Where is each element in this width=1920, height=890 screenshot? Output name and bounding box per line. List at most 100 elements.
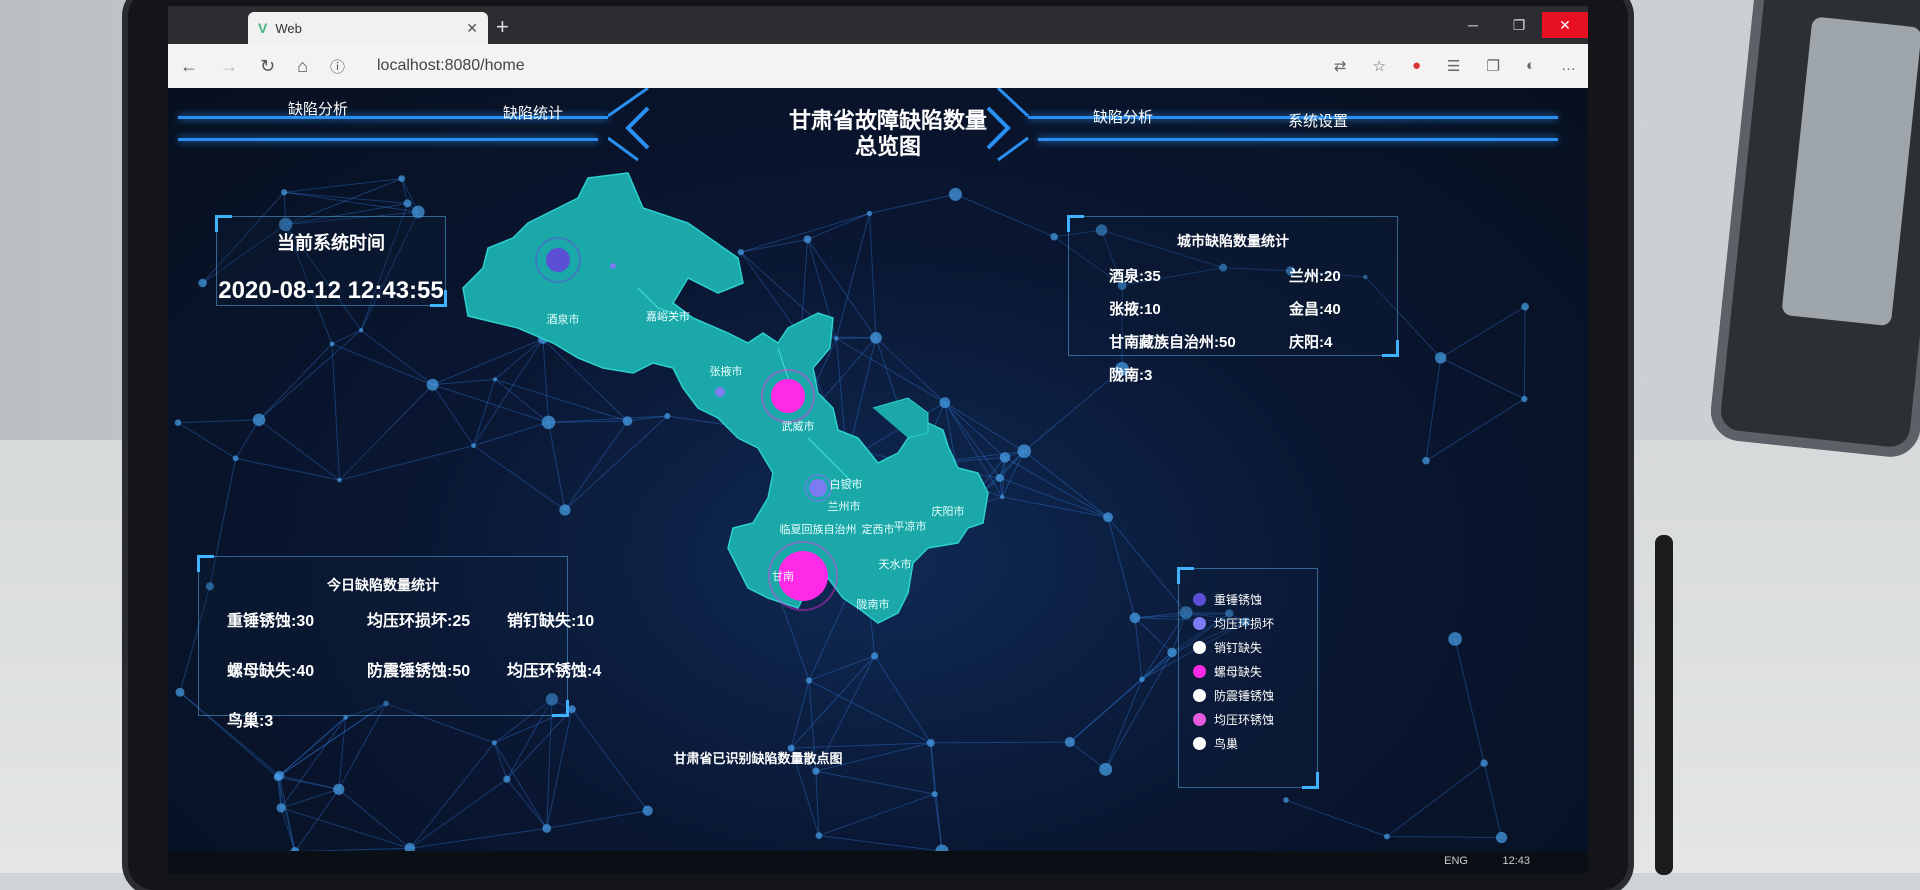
network-link: [1106, 652, 1172, 769]
network-link: [931, 742, 1070, 743]
network-node: [1099, 763, 1112, 776]
gansu-map[interactable]: 酒泉市 嘉峪关市 张掖市 武威市 白银市 兰州市 临夏回族自治州 定西市 平凉市…: [458, 168, 1038, 638]
header-line-left-bottom: [178, 138, 598, 141]
network-link: [809, 680, 931, 742]
legend-label: 防震锤锈蚀: [1214, 687, 1274, 704]
network-link: [935, 794, 942, 851]
profile-icon[interactable]: ◐: [1526, 57, 1535, 75]
menu-icon[interactable]: …: [1561, 57, 1576, 75]
extension-icon[interactable]: ●: [1412, 57, 1421, 75]
vue-logo-icon: V: [258, 20, 267, 36]
city-label-qingyang: 庆阳市: [932, 504, 965, 518]
url-input[interactable]: localhost:8080/home: [377, 57, 525, 75]
today-stat-item: 鸟巢:3: [227, 707, 367, 731]
network-node: [806, 677, 812, 683]
network-node: [1065, 737, 1075, 747]
network-node: [503, 776, 510, 783]
info-icon[interactable]: ⓘ: [330, 56, 345, 77]
city-stat-item: 陇南:3: [1109, 364, 1289, 385]
network-link: [332, 330, 361, 344]
network-node: [1167, 648, 1177, 658]
network-link: [1524, 307, 1525, 399]
legend-item[interactable]: 销钉缺失: [1193, 635, 1303, 659]
city-stat-item: 兰州:20: [1289, 265, 1389, 286]
network-link: [236, 420, 259, 458]
city-label-baiyin: 白银市: [830, 477, 863, 491]
network-node: [492, 740, 497, 745]
legend-item[interactable]: 防震锤锈蚀: [1193, 683, 1303, 707]
network-node: [276, 803, 285, 812]
minimize-button[interactable]: ─: [1450, 12, 1496, 38]
translate-icon[interactable]: ⇄: [1334, 57, 1347, 75]
nav-system-settings[interactable]: 系统设置: [1288, 110, 1348, 131]
city-stats-panel: 城市缺陷数量统计 酒泉:35 兰州:20 张掖:10 金昌:40 甘南藏族自治州…: [1068, 216, 1398, 356]
map-point-baiyin[interactable]: [809, 479, 827, 497]
restore-button[interactable]: ❐: [1496, 12, 1542, 38]
network-link: [1135, 618, 1142, 679]
map-point-zhangye[interactable]: [715, 387, 725, 397]
address-bar: ← → ↻ ⌂ ⓘ localhost:8080/home ⇄ ☆ ● ☰ ❐ …: [168, 44, 1588, 88]
network-node: [1384, 834, 1390, 840]
network-link: [1106, 679, 1142, 769]
network-link: [1455, 639, 1484, 763]
network-link: [1070, 652, 1172, 742]
nav-defect-analysis-left[interactable]: 缺陷分析: [288, 98, 348, 119]
taskbar-clock[interactable]: 12:43: [1502, 855, 1530, 867]
tab-close-icon[interactable]: ✕: [466, 20, 478, 37]
city-label-jiayuguan: 嘉峪关市: [646, 309, 690, 323]
legend-item[interactable]: 重锤锈蚀: [1193, 587, 1303, 611]
time-panel: 当前系统时间 2020-08-12 12:43:55: [216, 216, 446, 306]
network-node: [643, 805, 653, 815]
network-link: [339, 385, 432, 480]
network-node: [542, 824, 551, 833]
legend-item[interactable]: 均压环损坏: [1193, 611, 1303, 635]
cable: [1655, 535, 1673, 875]
legend-dot: [1193, 665, 1206, 678]
city-stats-title: 城市缺陷数量统计: [1069, 231, 1397, 251]
legend-dot: [1193, 737, 1206, 750]
nav-defect-analysis-right[interactable]: 缺陷分析: [1093, 106, 1153, 127]
map-point-small[interactable]: [610, 263, 616, 269]
home-icon[interactable]: ⌂: [297, 56, 308, 77]
network-node: [233, 455, 239, 461]
network-link: [1441, 358, 1525, 399]
legend-label: 均压环锈蚀: [1214, 711, 1274, 728]
map-point-wuwei[interactable]: [771, 379, 805, 413]
network-node: [816, 832, 823, 839]
network-link: [1387, 836, 1502, 837]
back-icon[interactable]: ←: [180, 56, 198, 77]
favorite-icon[interactable]: ☆: [1373, 57, 1386, 75]
legend-item[interactable]: 螺母缺失: [1193, 659, 1303, 683]
city-label-jiuquan: 酒泉市: [547, 312, 580, 326]
city-label-lanzhou: 兰州市: [828, 499, 861, 513]
network-link: [1426, 358, 1441, 461]
network-node: [330, 342, 335, 347]
tab-title: Web: [275, 21, 302, 36]
collections-icon[interactable]: ❐: [1486, 57, 1499, 75]
network-link: [259, 344, 332, 420]
time-label: 当前系统时间: [217, 229, 445, 255]
network-link: [339, 789, 410, 848]
page-title: 甘肃省故障缺陷数量总览图: [788, 108, 988, 160]
favorites-list-icon[interactable]: ☰: [1447, 57, 1460, 75]
city-stat-item: 甘南藏族自治州:50: [1109, 331, 1289, 352]
legend-item[interactable]: 均压环锈蚀: [1193, 707, 1303, 731]
city-label-longnan: 陇南市: [857, 597, 890, 611]
legend-label: 重锤锈蚀: [1214, 591, 1262, 608]
wall-device-panel: [1781, 16, 1920, 326]
language-indicator[interactable]: ENG: [1444, 855, 1468, 867]
map-point-jiuquan[interactable]: [546, 248, 570, 272]
forward-icon[interactable]: →: [220, 56, 238, 77]
network-node: [1283, 797, 1289, 803]
close-window-button[interactable]: ✕: [1542, 12, 1588, 38]
network-link: [1286, 800, 1387, 836]
new-tab-button[interactable]: +: [496, 14, 509, 40]
city-label-gannan: 甘南: [772, 570, 794, 583]
city-stat-item: 酒泉:35: [1109, 265, 1289, 286]
network-node: [927, 739, 935, 747]
nav-defect-statistics[interactable]: 缺陷统计: [503, 102, 563, 123]
network-node: [1480, 759, 1487, 766]
legend-item[interactable]: 鸟巢: [1193, 731, 1303, 755]
reload-icon[interactable]: ↻: [260, 56, 275, 77]
browser-tab[interactable]: V Web ✕: [248, 12, 488, 44]
